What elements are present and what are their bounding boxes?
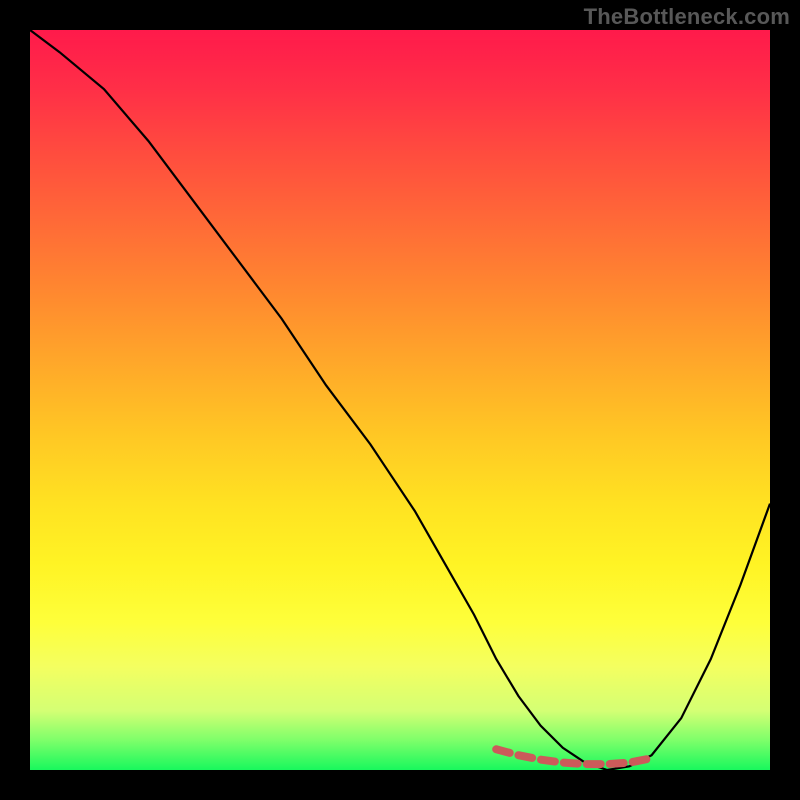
curve-overlay [30, 30, 770, 770]
plot-area [30, 30, 770, 770]
watermark-text: TheBottleneck.com [584, 4, 790, 30]
optimal-band-marker [496, 749, 651, 764]
chart-frame: TheBottleneck.com [0, 0, 800, 800]
bottleneck-curve [30, 30, 770, 770]
